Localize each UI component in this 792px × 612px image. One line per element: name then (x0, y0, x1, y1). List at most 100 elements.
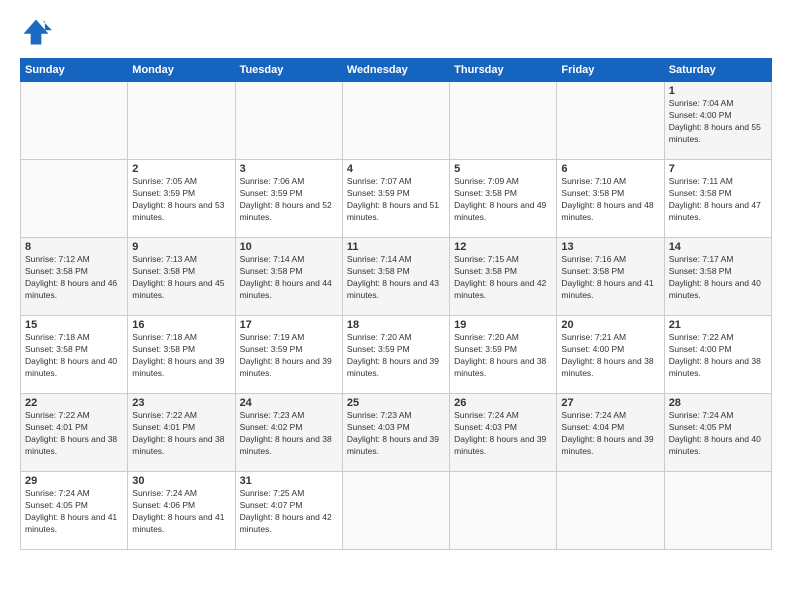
day-number: 21 (669, 319, 767, 331)
day-info: Sunrise: 7:23 AMSunset: 4:03 PMDaylight:… (347, 410, 445, 458)
header-day: Tuesday (235, 59, 342, 82)
day-info: Sunrise: 7:20 AMSunset: 3:59 PMDaylight:… (347, 332, 445, 380)
header-day: Saturday (664, 59, 771, 82)
logo (20, 16, 56, 48)
day-info: Sunrise: 7:05 AMSunset: 3:59 PMDaylight:… (132, 176, 230, 224)
calendar-day: 19Sunrise: 7:20 AMSunset: 3:59 PMDayligh… (450, 316, 557, 394)
calendar-day-empty (235, 82, 342, 160)
calendar-week: 29Sunrise: 7:24 AMSunset: 4:05 PMDayligh… (21, 472, 772, 550)
day-number: 15 (25, 319, 123, 331)
calendar-day-empty (342, 472, 449, 550)
day-info: Sunrise: 7:11 AMSunset: 3:58 PMDaylight:… (669, 176, 767, 224)
day-info: Sunrise: 7:24 AMSunset: 4:05 PMDaylight:… (669, 410, 767, 458)
header-day: Friday (557, 59, 664, 82)
day-info: Sunrise: 7:25 AMSunset: 4:07 PMDaylight:… (240, 488, 338, 536)
day-info: Sunrise: 7:24 AMSunset: 4:04 PMDaylight:… (561, 410, 659, 458)
header-day: Monday (128, 59, 235, 82)
calendar-day: 17Sunrise: 7:19 AMSunset: 3:59 PMDayligh… (235, 316, 342, 394)
calendar-day: 18Sunrise: 7:20 AMSunset: 3:59 PMDayligh… (342, 316, 449, 394)
day-number: 8 (25, 241, 123, 253)
calendar-day-empty (557, 472, 664, 550)
day-number: 4 (347, 163, 445, 175)
day-number: 22 (25, 397, 123, 409)
calendar-day: 11Sunrise: 7:14 AMSunset: 3:58 PMDayligh… (342, 238, 449, 316)
logo-icon (20, 16, 52, 48)
day-info: Sunrise: 7:23 AMSunset: 4:02 PMDaylight:… (240, 410, 338, 458)
calendar-day: 1Sunrise: 7:04 AMSunset: 4:00 PMDaylight… (664, 82, 771, 160)
day-number: 11 (347, 241, 445, 253)
calendar-week: 15 Sunrise: 7:18 AMSunset: 3:58 PMDayligh… (21, 316, 772, 394)
calendar-day: 10Sunrise: 7:14 AMSunset: 3:58 PMDayligh… (235, 238, 342, 316)
day-info: Sunrise: 7:24 AMSunset: 4:05 PMDaylight:… (25, 488, 123, 536)
calendar-day: 29Sunrise: 7:24 AMSunset: 4:05 PMDayligh… (21, 472, 128, 550)
calendar-day: 30Sunrise: 7:24 AMSunset: 4:06 PMDayligh… (128, 472, 235, 550)
day-info: Sunrise: 7:12 AMSunset: 3:58 PMDaylight:… (25, 254, 123, 302)
calendar-day-empty (21, 160, 128, 238)
calendar-day-empty (557, 82, 664, 160)
day-info: Sunrise: 7:09 AMSunset: 3:58 PMDaylight:… (454, 176, 552, 224)
calendar-day: 31Sunrise: 7:25 AMSunset: 4:07 PMDayligh… (235, 472, 342, 550)
calendar-day: 24Sunrise: 7:23 AMSunset: 4:02 PMDayligh… (235, 394, 342, 472)
calendar-day: 4Sunrise: 7:07 AMSunset: 3:59 PMDaylight… (342, 160, 449, 238)
day-number: 26 (454, 397, 552, 409)
calendar-day-empty (21, 82, 128, 160)
calendar-day: 6Sunrise: 7:10 AMSunset: 3:58 PMDaylight… (557, 160, 664, 238)
day-info: Sunrise: 7:22 AMSunset: 4:00 PMDaylight:… (669, 332, 767, 380)
day-number: 6 (561, 163, 659, 175)
calendar-day: 22Sunrise: 7:22 AMSunset: 4:01 PMDayligh… (21, 394, 128, 472)
calendar-day-empty (664, 472, 771, 550)
day-number: 14 (669, 241, 767, 253)
day-info: Sunrise: 7:24 AMSunset: 4:03 PMDaylight:… (454, 410, 552, 458)
day-number: 24 (240, 397, 338, 409)
calendar-day: 3Sunrise: 7:06 AMSunset: 3:59 PMDaylight… (235, 160, 342, 238)
day-number: 5 (454, 163, 552, 175)
header (20, 16, 772, 48)
calendar-day: 26Sunrise: 7:24 AMSunset: 4:03 PMDayligh… (450, 394, 557, 472)
calendar-day: 15Sunrise: 7:18 AMSunset: 3:58 PMDayligh… (21, 316, 128, 394)
day-info: Sunrise: 7:18 AMSunset: 3:58 PMDaylight:… (132, 332, 230, 380)
day-number: 1 (669, 85, 767, 97)
day-number: 23 (132, 397, 230, 409)
calendar-day: 9Sunrise: 7:13 AMSunset: 3:58 PMDaylight… (128, 238, 235, 316)
calendar-day: 2Sunrise: 7:05 AMSunset: 3:59 PMDaylight… (128, 160, 235, 238)
calendar-day: 12Sunrise: 7:15 AMSunset: 3:58 PMDayligh… (450, 238, 557, 316)
calendar-day: 23Sunrise: 7:22 AMSunset: 4:01 PMDayligh… (128, 394, 235, 472)
day-number: 9 (132, 241, 230, 253)
calendar-day: 28Sunrise: 7:24 AMSunset: 4:05 PMDayligh… (664, 394, 771, 472)
day-info: Sunrise: 7:22 AMSunset: 4:01 PMDaylight:… (132, 410, 230, 458)
calendar-day: 5Sunrise: 7:09 AMSunset: 3:58 PMDaylight… (450, 160, 557, 238)
day-number: 30 (132, 475, 230, 487)
calendar-header: SundayMondayTuesdayWednesdayThursdayFrid… (21, 59, 772, 82)
day-number: 27 (561, 397, 659, 409)
day-number: 16 (132, 319, 230, 331)
day-number: 31 (240, 475, 338, 487)
calendar-week: 1Sunrise: 7:04 AMSunset: 4:00 PMDaylight… (21, 82, 772, 160)
calendar-day: 20Sunrise: 7:21 AMSunset: 4:00 PMDayligh… (557, 316, 664, 394)
calendar-day: 21Sunrise: 7:22 AMSunset: 4:00 PMDayligh… (664, 316, 771, 394)
header-day: Wednesday (342, 59, 449, 82)
day-info: Sunrise: 7:24 AMSunset: 4:06 PMDaylight:… (132, 488, 230, 536)
day-info: Sunrise: 7:14 AMSunset: 3:58 PMDaylight:… (240, 254, 338, 302)
day-number: 13 (561, 241, 659, 253)
day-info: Sunrise: 7:19 AMSunset: 3:59 PMDaylight:… (240, 332, 338, 380)
day-number: 18 (347, 319, 445, 331)
day-number: 7 (669, 163, 767, 175)
header-row: SundayMondayTuesdayWednesdayThursdayFrid… (21, 59, 772, 82)
calendar-day: 8Sunrise: 7:12 AMSunset: 3:58 PMDaylight… (21, 238, 128, 316)
day-info: Sunrise: 7:07 AMSunset: 3:59 PMDaylight:… (347, 176, 445, 224)
calendar-table: SundayMondayTuesdayWednesdayThursdayFrid… (20, 58, 772, 550)
calendar-week: 2Sunrise: 7:05 AMSunset: 3:59 PMDaylight… (21, 160, 772, 238)
day-number: 25 (347, 397, 445, 409)
header-day: Thursday (450, 59, 557, 82)
header-day: Sunday (21, 59, 128, 82)
calendar-day: 16Sunrise: 7:18 AMSunset: 3:58 PMDayligh… (128, 316, 235, 394)
calendar-day: 25Sunrise: 7:23 AMSunset: 4:03 PMDayligh… (342, 394, 449, 472)
day-info: Sunrise: 7:17 AMSunset: 3:58 PMDaylight:… (669, 254, 767, 302)
day-number: 29 (25, 475, 123, 487)
calendar-day-empty (342, 82, 449, 160)
day-info: Sunrise: 7:16 AMSunset: 3:58 PMDaylight:… (561, 254, 659, 302)
calendar-day-empty (128, 82, 235, 160)
calendar-day-empty (450, 472, 557, 550)
day-info: Sunrise: 7:13 AMSunset: 3:58 PMDaylight:… (132, 254, 230, 302)
day-number: 20 (561, 319, 659, 331)
